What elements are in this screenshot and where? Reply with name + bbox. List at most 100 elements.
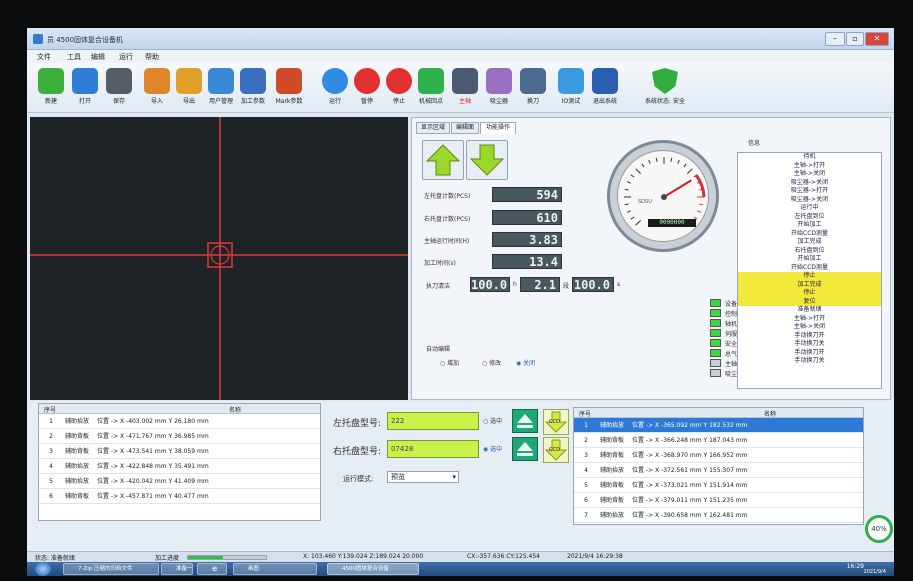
table-row[interactable]: 1 辅助抬放 位置 -> X -403.002 mm Y 26.180 mm	[39, 414, 320, 429]
info-message[interactable]: 开始加工	[738, 255, 881, 264]
interval-field-1[interactable]: 100.0	[470, 277, 510, 292]
interval-field-3[interactable]: 100.0	[572, 277, 614, 292]
gauge-counter-display: 0000000	[648, 219, 696, 227]
info-message[interactable]: 主轴->关闭	[738, 323, 881, 332]
toolbar-button-10[interactable]: 停止	[381, 66, 417, 112]
menu-run[interactable]: 运行	[119, 52, 133, 62]
info-message[interactable]: 手动换刀开	[738, 349, 881, 358]
task-paint[interactable]: 画图	[233, 563, 317, 575]
toolbar-button-13[interactable]: 吸尘器	[481, 66, 517, 112]
toolbar-button-15[interactable]: IO测试	[553, 66, 589, 112]
tab-function[interactable]: 功能操作	[480, 122, 516, 134]
info-message[interactable]: 手动换刀关	[738, 340, 881, 349]
task-prepare[interactable]: 准备一下	[161, 563, 193, 575]
info-message[interactable]: 停止	[738, 272, 881, 281]
toolbar-button-14[interactable]: 换刀	[515, 66, 551, 112]
table-row[interactable]: 7 辅助抬放 位置 -> X -390.658 mm Y 162.481 mm	[574, 508, 863, 523]
table-row[interactable]: 6 辅助背板 位置 -> X -379.011 mm Y 151.235 mm	[574, 493, 863, 508]
table-row[interactable]: 1 辅助抬放 位置 -> X -365.092 mm Y 182.532 mm	[574, 418, 863, 433]
info-message[interactable]: 准备就绪	[738, 306, 881, 315]
tab-edit[interactable]: 编辑面	[451, 122, 479, 134]
info-message[interactable]: 运行中	[738, 204, 881, 213]
table-row[interactable]: 4 辅助抬放 位置 -> X -372.561 mm Y 155.307 mm	[574, 463, 863, 478]
toolbar-button-0[interactable]: 新建	[33, 66, 69, 112]
toolbar-button-1[interactable]: 打开	[67, 66, 103, 112]
toolbar-button-17[interactable]: 系统状态: 安全	[637, 66, 693, 112]
maximize-button[interactable]: ▫	[846, 32, 864, 46]
table-row[interactable]: 2 辅助背板 位置 -> X -366.248 mm Y 187.043 mm	[574, 433, 863, 448]
left-tray-model-input[interactable]: 222	[387, 412, 479, 430]
close-button[interactable]: ✕	[865, 32, 889, 46]
table-cell-name: 辅助背板	[599, 497, 624, 504]
interval-unit-2: 段	[563, 283, 570, 290]
info-message[interactable]: 手动换刀关	[738, 357, 881, 366]
toolbar-button-5[interactable]: 用户管理	[203, 66, 239, 112]
up-button[interactable]	[422, 140, 464, 180]
toolbar-label: 系统状态: 安全	[645, 98, 685, 105]
table-row[interactable]: 3 辅助背板 位置 -> X -368.970 mm Y 166.952 mm	[574, 448, 863, 463]
gauge-tick	[626, 181, 631, 184]
info-message-list[interactable]: 待机 主轴->打开 主轴->关闭 吸尘器->关闭 吸尘器->打开 吸尘器->关闭 运行中 左托…	[737, 152, 882, 389]
left-eject-button[interactable]	[512, 409, 538, 433]
table-row[interactable]: 2 辅助背板 位置 -> X -471.767 mm Y 36.985 mm	[39, 429, 320, 444]
info-message[interactable]: 待机	[738, 153, 881, 162]
menu-edit[interactable]: 编辑	[91, 52, 105, 62]
table-row[interactable]: 4 辅助抬放 位置 -> X -422.848 mm Y 35.491 mm	[39, 459, 320, 474]
minimize-button[interactable]: –	[825, 32, 845, 46]
info-message[interactable]: 吸尘器->打开	[738, 187, 881, 196]
info-message[interactable]: 停止	[738, 289, 881, 298]
toolbar-button-16[interactable]: 退出系统	[587, 66, 623, 112]
task-7zip[interactable]: 7-Zip 压缩的归档文件	[63, 563, 159, 575]
toolbar-button-2[interactable]: 保存	[101, 66, 137, 112]
toolbar-button-6[interactable]: 加工参数	[235, 66, 271, 112]
table-row[interactable]: 3 辅助背板 位置 -> X -473.541 mm Y 38.059 mm	[39, 444, 320, 459]
toolbar-button-12[interactable]: 主轴	[447, 66, 483, 112]
info-message[interactable]: 开始CCD测量	[738, 230, 881, 239]
mode-radio-add[interactable]: ○ 增加	[440, 358, 459, 367]
tab-display[interactable]: 显示区域	[416, 122, 450, 134]
info-message[interactable]: 右托盘到位	[738, 247, 881, 256]
right-ccd-button[interactable]: CCD	[543, 437, 569, 463]
task-main-app[interactable]: 4500固体复合设备	[327, 563, 419, 575]
menu-tools[interactable]: 工具	[67, 52, 81, 62]
menu-file[interactable]: 文件	[37, 52, 51, 62]
info-message[interactable]: 主轴->打开	[738, 162, 881, 171]
toolbar-button-9[interactable]: 暂停	[349, 66, 385, 112]
info-message[interactable]: 开始CCD测量	[738, 264, 881, 273]
mode-radio-close[interactable]: ◉ 关闭	[516, 358, 535, 367]
interval-field-2[interactable]: 2.1	[520, 277, 560, 292]
toolbar-button-11[interactable]: 机械回点	[413, 66, 449, 112]
start-button[interactable]	[35, 562, 51, 576]
info-message[interactable]: 加工完成	[738, 238, 881, 247]
camera-view[interactable]	[30, 117, 408, 400]
toolbar-button-3[interactable]: 导入	[139, 66, 175, 112]
right-select-check[interactable]: ◉ 选中	[483, 444, 502, 453]
info-message[interactable]: 加工完成	[738, 280, 881, 289]
run-mode-label: 运行模式:	[343, 475, 374, 483]
toolbar-button-8[interactable]: 运行	[317, 66, 353, 112]
info-message[interactable]: 左托盘到位	[738, 213, 881, 222]
info-message[interactable]: 吸尘器->关闭	[738, 196, 881, 205]
info-message[interactable]: 手动换刀开	[738, 332, 881, 341]
right-eject-button[interactable]	[512, 437, 538, 461]
left-ccd-button[interactable]: CCD	[543, 409, 569, 435]
table-row[interactable]: 5 辅助背板 位置 -> X -373.021 mm Y 151.914 mm	[574, 478, 863, 493]
info-message[interactable]: 开始加工	[738, 221, 881, 230]
menu-help[interactable]: 帮助	[145, 52, 159, 62]
info-message[interactable]: 复位	[738, 297, 881, 306]
table-row[interactable]: 6 辅助背板 位置 -> X -457.871 mm Y 40.477 mm	[39, 489, 320, 504]
toolbar-button-4[interactable]: 导出	[171, 66, 207, 112]
right-point-table: 序号 名称 1 辅助抬放 位置 -> X -365.092 mm Y 182.532…	[573, 407, 864, 525]
info-message[interactable]: 主轴->关闭	[738, 170, 881, 179]
right-tray-model-input[interactable]: 07428	[387, 440, 479, 458]
table-cell-no: 4	[584, 467, 588, 474]
table-row[interactable]: 5 辅助抬放 位置 -> X -420.042 mm Y 41.409 mm	[39, 474, 320, 489]
task-browser[interactable]: e	[197, 563, 227, 575]
info-message[interactable]: 主轴->打开	[738, 315, 881, 324]
toolbar-button-7[interactable]: Mark参数	[271, 66, 307, 112]
left-select-check[interactable]: ○ 选中	[483, 416, 502, 425]
info-message[interactable]: 吸尘器->关闭	[738, 179, 881, 188]
mode-radio-modify[interactable]: ○ 修改	[482, 358, 501, 367]
run-mode-select[interactable]: 预览 ▾	[387, 471, 459, 483]
down-button[interactable]	[466, 140, 508, 180]
